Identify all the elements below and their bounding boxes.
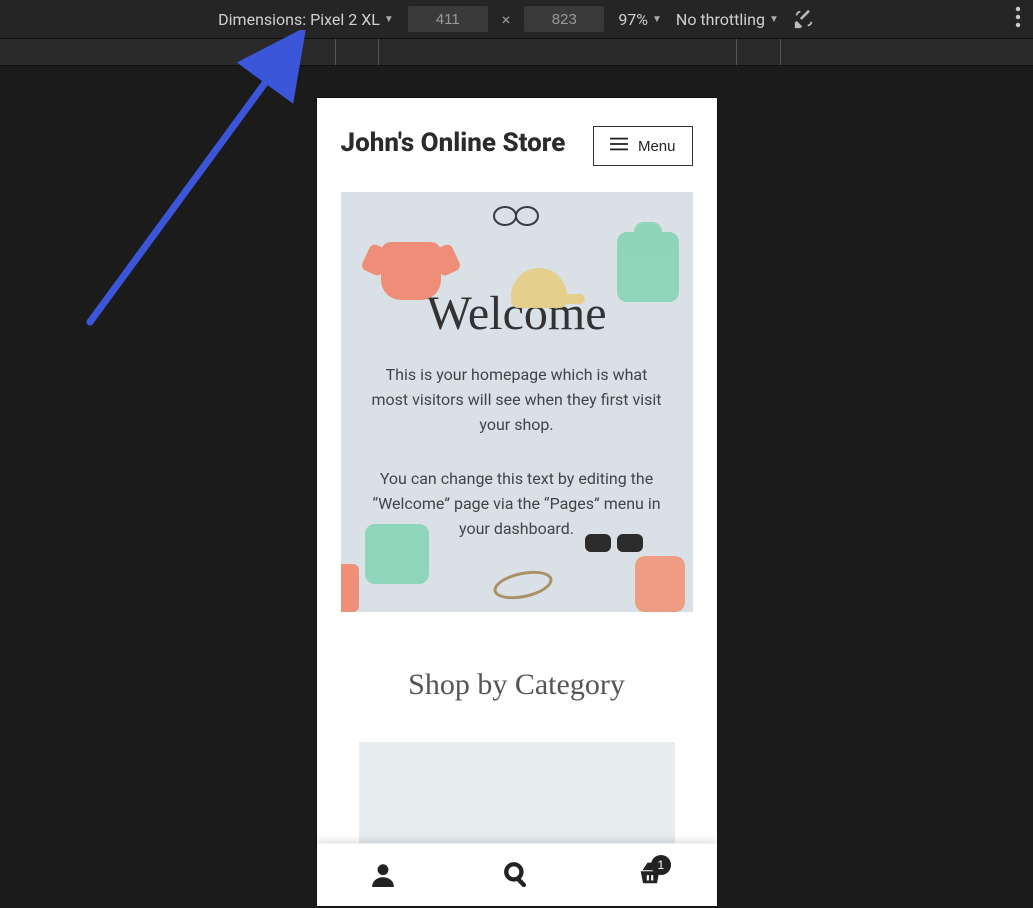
more-options-button[interactable] (1015, 6, 1021, 32)
cart-button[interactable]: 1 (637, 861, 663, 890)
category-heading: Shop by Category (341, 668, 693, 702)
site-title[interactable]: John's Online Store (341, 126, 566, 161)
basket-icon (637, 875, 663, 890)
hamburger-icon (610, 137, 628, 155)
height-input[interactable] (524, 6, 604, 32)
product-illustration-jacket (365, 524, 429, 584)
width-input[interactable] (408, 6, 488, 32)
menu-label: Menu (638, 138, 676, 155)
ruler-bar (0, 38, 1033, 66)
site-header: John's Online Store Menu (317, 98, 717, 174)
zoom-value: 97% (618, 10, 648, 29)
devtools-device-toolbar: Dimensions: Pixel 2 XL ▼ × 97% ▼ No thro… (0, 0, 1033, 38)
throttling-dropdown[interactable]: No throttling ▼ (676, 10, 779, 29)
product-illustration-tshirt (381, 242, 441, 300)
account-button[interactable] (370, 861, 396, 890)
rotate-button[interactable] (793, 8, 815, 30)
device-viewport: John's Online Store Menu Welcome (317, 98, 717, 906)
product-illustration-sunglasses (585, 532, 643, 556)
product-illustration-hoodie (635, 556, 685, 612)
dimension-separator: × (502, 10, 511, 29)
throttling-value: No throttling (676, 10, 765, 29)
category-section: Shop by Category (317, 612, 717, 843)
search-button[interactable] (503, 861, 529, 890)
dimensions-label: Dimensions: (218, 10, 306, 29)
chevron-down-icon: ▼ (769, 14, 779, 25)
bottom-nav: 1 (317, 843, 717, 906)
zoom-dropdown[interactable]: 97% ▼ (618, 10, 662, 29)
hero-paragraph-1: This is your homepage which is what most… (369, 363, 665, 437)
search-icon (503, 875, 529, 890)
category-card[interactable] (359, 742, 675, 843)
product-illustration-sweater (617, 232, 679, 302)
cart-count-badge: 1 (651, 855, 671, 875)
chevron-down-icon: ▼ (384, 14, 394, 25)
device-name: Pixel 2 XL (310, 10, 380, 29)
product-illustration-belt (490, 566, 554, 604)
menu-button[interactable]: Menu (593, 126, 693, 166)
hero-section: Welcome This is your homepage which is w… (341, 192, 693, 612)
product-illustration-shirt (341, 564, 359, 612)
user-icon (370, 875, 396, 890)
product-illustration-glasses (493, 206, 539, 226)
chevron-down-icon: ▼ (652, 14, 662, 25)
product-illustration-cap (511, 268, 567, 308)
dimensions-dropdown[interactable]: Dimensions: Pixel 2 XL ▼ (218, 10, 394, 29)
